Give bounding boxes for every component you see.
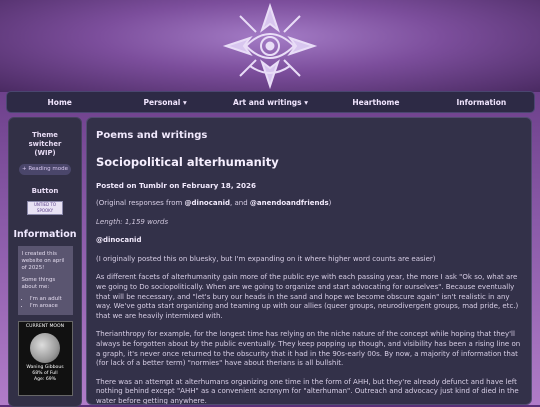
theme-switcher-title: Theme switcher (WIP) (28, 131, 62, 157)
information-title: Information (13, 229, 77, 240)
nav-art-and-writings[interactable]: Art and writings ▾ (218, 98, 323, 107)
original-suffix: ) (328, 199, 332, 207)
moon-age-text: Age: 69% (33, 377, 57, 382)
moon-phase-widget: CURRENT MOON Waning Gibbous 68% of Full … (17, 321, 73, 396)
original-user-link[interactable]: @anendoandfriends (250, 199, 329, 207)
information-box: I created this website on april of 2025!… (17, 246, 73, 315)
author-link[interactable]: @dinocanid (96, 236, 522, 246)
paragraph: There was an attempt at alterhumans orga… (96, 377, 519, 405)
paragraph: (I originally posted this on bluesky, bu… (96, 254, 436, 263)
original-prefix: (Original responses from (96, 199, 185, 207)
main-content: Poems and writings Sociopolitical alterh… (86, 117, 532, 405)
button-section-title: Button (31, 187, 59, 195)
moon-icon (30, 333, 60, 363)
sidebar: Theme switcher (WIP) + Reading mode Butt… (8, 117, 82, 407)
info-things-text: Some things about me: (21, 277, 56, 290)
original-responses-line: (Original responses from @dinocanid, and… (96, 199, 522, 209)
info-bullet: I'm aroace (30, 303, 69, 310)
nav-information[interactable]: Information (429, 98, 534, 107)
site-button-badge[interactable]: UNTIED TO SPOOKY (27, 201, 63, 215)
section-title: Poems and writings (96, 130, 208, 141)
eye-sun-logo-icon (222, 2, 318, 90)
moon-widget-title: CURRENT MOON (25, 324, 65, 329)
main-navbar: Home Personal ▾ Art and writings ▾ Heart… (6, 91, 535, 113)
post-title: Sociopolitical alterhumanity (96, 155, 279, 169)
original-mid: , and (230, 199, 250, 207)
paragraph: As different facets of alterhumanity gai… (96, 273, 519, 320)
nav-personal[interactable]: Personal ▾ (112, 98, 217, 107)
reading-mode-button[interactable]: + Reading mode (19, 164, 71, 175)
info-bullet: I'm an adult (30, 296, 69, 303)
nav-home[interactable]: Home (7, 98, 112, 107)
info-created-text: I created this website on april of 2025! (21, 251, 65, 271)
nav-hearthome[interactable]: Hearthome (323, 98, 428, 107)
posted-on-text: Posted on Tumblr on February 18, 2026 (96, 181, 257, 190)
paragraph: Therianthropy for example, for the longe… (96, 330, 521, 368)
header-banner (0, 0, 540, 92)
length-text: Length: 1,159 words (96, 217, 169, 226)
original-user-link[interactable]: @dinocanid (185, 199, 230, 207)
